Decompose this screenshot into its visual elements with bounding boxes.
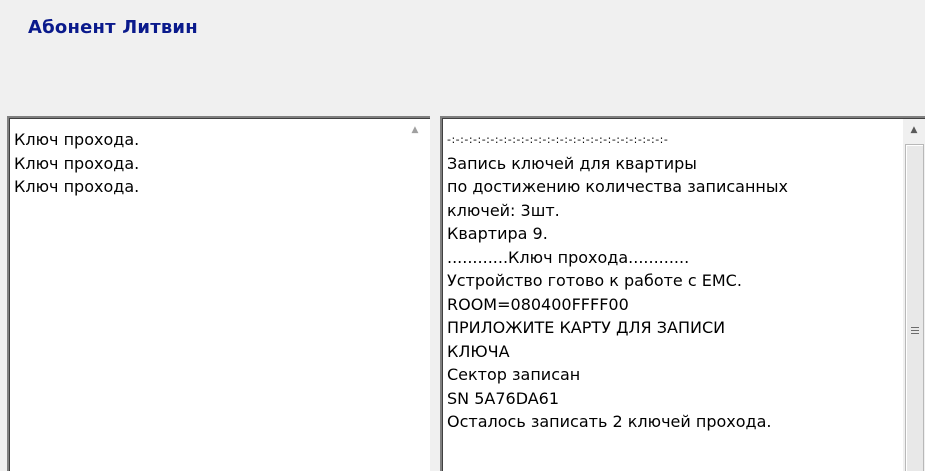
right-log-frame: -:-:-:-:-:-:-:-:-:-:-:-:-:-:-:-:-:-:-:-:… — [442, 118, 925, 471]
log-line: Устройство готово к работе с ЕМС. — [447, 271, 742, 290]
log-line: Запись ключей для квартиры — [447, 153, 697, 173]
list-item[interactable]: Ключ прохода. — [14, 175, 139, 199]
log-line: -:-:-:-:-:-:-:-:-:-:-:-:-:-:-:-:-:-:-:-:… — [447, 133, 669, 146]
left-log-frame: Ключ прохода. Ключ прохода. Ключ прохода… — [9, 118, 430, 471]
log-line: Осталось записать 2 ключей прохода. — [447, 412, 772, 431]
log-line: Квартира 9. — [447, 224, 548, 243]
left-log-scrollbar[interactable]: ▲ — [400, 119, 430, 471]
panel-splitter — [430, 116, 440, 471]
right-log-lines: -:-:-:-:-:-:-:-:-:-:-:-:-:-:-:-:-:-:-:-:… — [447, 128, 788, 434]
log-line: Сектор записан — [447, 365, 581, 384]
log-line: ключей: 3шт. — [447, 200, 560, 220]
right-log-scrollbar[interactable]: ▲ — [903, 119, 925, 471]
scroll-up-icon[interactable]: ▲ — [400, 119, 430, 141]
log-line: КЛЮЧА — [447, 341, 510, 361]
left-log-list[interactable]: Ключ прохода. Ключ прохода. Ключ прохода… — [7, 116, 430, 471]
left-log-lines: Ключ прохода. Ключ прохода. Ключ прохода… — [14, 128, 139, 199]
grip-icon — [906, 327, 923, 334]
log-line: по достижению количества записанных — [447, 177, 788, 196]
page-title: Абонент Литвин — [28, 17, 198, 38]
log-line: SN 5A76DA61 — [447, 388, 560, 408]
scroll-up-icon[interactable]: ▲ — [903, 119, 925, 141]
log-line: ПРИЛОЖИТЕ КАРТУ ДЛЯ ЗАПИСИ — [447, 318, 726, 337]
log-line: ............Ключ прохода............ — [447, 247, 690, 267]
right-log-memo[interactable]: -:-:-:-:-:-:-:-:-:-:-:-:-:-:-:-:-:-:-:-:… — [440, 116, 925, 471]
list-item[interactable]: Ключ прохода. — [14, 128, 139, 152]
list-item[interactable]: Ключ прохода. — [14, 152, 139, 176]
scrollbar-thumb[interactable] — [905, 144, 924, 471]
log-line: ROOM=080400FFFF00 — [447, 294, 629, 314]
